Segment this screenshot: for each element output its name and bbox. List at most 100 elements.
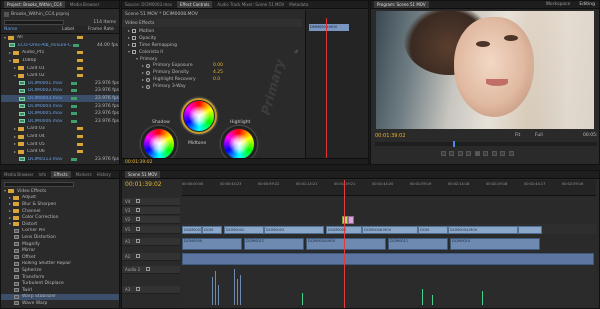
ec-param-value[interactable]: 0.00: [213, 63, 223, 68]
project-row[interactable]: DCIM0005.mov 23.976 fps: [1, 110, 119, 118]
fx-toggle-icon[interactable]: [132, 36, 136, 40]
marker-button[interactable]: [441, 151, 446, 156]
a1-clip[interactable]: DCIM0011: [388, 238, 448, 250]
expand-icon[interactable]: [9, 203, 11, 206]
tab-metadata[interactable]: Metadata: [289, 2, 308, 7]
v1-clip[interactable]: DCIM: [418, 226, 448, 234]
track-header[interactable]: Audio 2: [122, 266, 180, 274]
out-point-button[interactable]: [457, 151, 463, 156]
program-video-frame[interactable]: [376, 11, 594, 129]
collapse-icon[interactable]: [136, 58, 138, 60]
effects-item[interactable]: Lens Distortion: [1, 234, 119, 241]
effects-item[interactable]: Mirror: [1, 247, 119, 254]
project-row[interactable]: Card 05: [1, 140, 119, 148]
effects-item[interactable]: Rolling Shutter Repair: [1, 261, 119, 268]
track-header[interactable]: A1: [122, 238, 180, 246]
time-ruler[interactable]: 00:00:00:00 00:00:44:23 00:00:59:22 00:01:1…: [182, 180, 596, 196]
effects-item[interactable]: Channel: [1, 208, 119, 215]
tab-effect-controls[interactable]: Effect Controls: [177, 1, 213, 8]
step-back-button[interactable]: [466, 151, 472, 156]
toggle-output-icon[interactable]: [136, 287, 141, 291]
effects-item[interactable]: Spherize: [1, 267, 119, 274]
export-frame-button[interactable]: [508, 151, 514, 156]
toggle-output-icon[interactable]: [136, 254, 141, 258]
tab-media-browser[interactable]: Media Browser: [70, 2, 100, 7]
timeline-playhead[interactable]: [344, 180, 345, 308]
tab-program[interactable]: Program: Scene 51 MOV: [374, 1, 429, 8]
expand-icon[interactable]: [9, 216, 11, 219]
expand-icon[interactable]: [14, 143, 16, 146]
ec-param-value[interactable]: 4.25: [213, 70, 223, 75]
collapse-icon[interactable]: [14, 74, 16, 77]
search-input[interactable]: [4, 19, 64, 25]
toggle-output-icon[interactable]: [136, 199, 141, 203]
track-header[interactable]: A3: [122, 286, 180, 294]
quality-select[interactable]: Full: [535, 132, 543, 140]
project-row[interactable]: DCIM0004.mov 23.976 fps: [1, 102, 119, 110]
track-header[interactable]: V2: [122, 216, 180, 224]
column-label[interactable]: Label: [62, 27, 88, 32]
tab-source[interactable]: Source: DCIM0003.mov: [125, 2, 172, 7]
v1-clip[interactable]: [518, 226, 542, 234]
tab-markers[interactable]: Markers: [76, 172, 92, 177]
track-header[interactable]: A2: [122, 253, 180, 261]
effects-item[interactable]: Turbulent Displace: [1, 280, 119, 287]
stopwatch-icon[interactable]: [146, 70, 150, 75]
workspace-value[interactable]: Editing: [579, 2, 595, 7]
effects-item[interactable]: Magnify: [1, 241, 119, 248]
toggle-output-icon[interactable]: [136, 239, 141, 243]
collapse-icon[interactable]: [4, 190, 6, 193]
project-row[interactable]: Card 02: [1, 72, 119, 80]
lift-button[interactable]: [491, 151, 497, 156]
workspace-label[interactable]: Workspace: [546, 2, 571, 7]
tab-effects[interactable]: Effects: [51, 171, 71, 178]
ec-param-value[interactable]: 0.0: [213, 77, 220, 82]
project-row[interactable]: DCIM0002.mov 23.976 fps: [1, 87, 119, 95]
project-row[interactable]: All: [1, 34, 119, 42]
tab-project[interactable]: Project: Brooks_Within_CC4: [4, 1, 65, 8]
timeline-timecode[interactable]: 00:01:39:02: [125, 181, 162, 188]
fx-toggle-icon[interactable]: [132, 50, 136, 54]
effects-item[interactable]: Offset: [1, 254, 119, 261]
v1-clip[interactable]: DCIM0003: [264, 226, 324, 234]
effects-search-input[interactable]: [4, 181, 74, 187]
toggle-output-icon[interactable]: [136, 227, 141, 231]
expand-icon[interactable]: [142, 85, 144, 88]
expand-icon[interactable]: [9, 196, 11, 199]
toggle-output-icon[interactable]: [136, 217, 141, 221]
tab-history[interactable]: History: [97, 172, 111, 177]
track-area[interactable]: DCIM0001 DCIM DCIM0002. DCIM0003 DCIM000…: [182, 198, 596, 306]
stopwatch-icon[interactable]: [146, 77, 150, 82]
ec-timecode[interactable]: 00:01:39:02: [125, 160, 152, 164]
program-scrubber[interactable]: [375, 141, 597, 147]
zoom-fit[interactable]: Fit: [515, 132, 520, 140]
toggle-output-icon[interactable]: [136, 208, 141, 212]
in-point-button[interactable]: [449, 151, 455, 156]
fx-toggle-icon[interactable]: [132, 29, 136, 33]
extract-button[interactable]: [500, 151, 506, 156]
expand-icon[interactable]: [14, 150, 16, 153]
stopwatch-icon[interactable]: [146, 84, 150, 89]
a2-clip[interactable]: [182, 253, 594, 265]
track-header[interactable]: V1: [122, 226, 180, 234]
toggle-output-icon[interactable]: [146, 267, 151, 271]
expand-icon[interactable]: [14, 127, 16, 130]
play-button[interactable]: [474, 151, 480, 156]
collapse-icon[interactable]: [4, 36, 6, 39]
effects-item[interactable]: Wave Warp: [1, 300, 119, 307]
project-row[interactable]: Card 01: [1, 64, 119, 72]
highlights-ring[interactable]: [221, 126, 257, 162]
v1-clip[interactable]: DCIM0001: [182, 226, 202, 234]
project-row[interactable]: Card 03: [1, 125, 119, 133]
collapse-icon[interactable]: [128, 51, 130, 53]
expand-icon[interactable]: [142, 64, 144, 67]
program-playhead[interactable]: [453, 141, 455, 147]
project-row[interactable]: DCIM0001.mov 23.976 fps: [1, 80, 119, 88]
a1-clip[interactable]: DCIM0004.MOV: [306, 238, 386, 250]
collapse-icon[interactable]: [9, 223, 11, 226]
tab-info[interactable]: Info: [39, 172, 47, 177]
expand-icon[interactable]: [128, 44, 130, 46]
project-row[interactable]: Audio_Pt1: [1, 49, 119, 57]
stopwatch-icon[interactable]: [146, 63, 150, 68]
highlight-ring[interactable]: [181, 98, 217, 134]
